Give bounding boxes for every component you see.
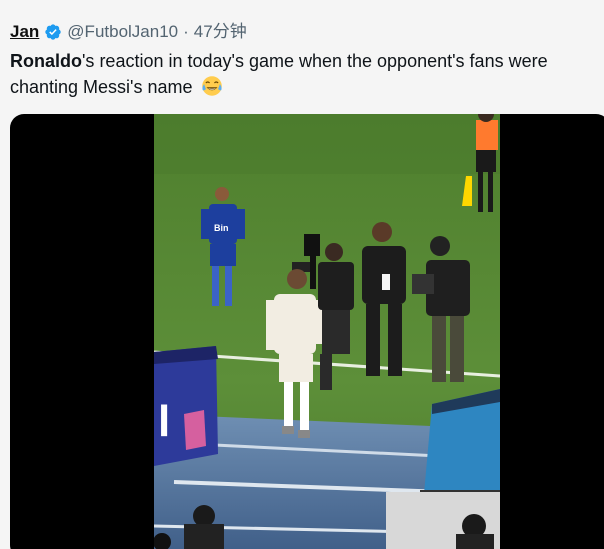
tweet-text-bold: Ronaldo <box>10 51 82 71</box>
author-name[interactable]: Jan <box>10 21 39 43</box>
face-with-tears-of-joy-icon <box>201 76 222 96</box>
ad-board-letter: l <box>158 397 170 446</box>
tweet-text-body: 's reaction in today's game when the opp… <box>10 51 548 97</box>
jersey-sponsor-text: Bin <box>214 223 229 233</box>
tweet-card[interactable]: Jan @FutbolJan10 · 47分钟 Ronaldo's reacti… <box>0 0 604 549</box>
verified-badge-icon <box>45 24 61 40</box>
football-stadium-scene: l Bin <box>154 114 500 549</box>
video-player[interactable]: l Bin <box>10 114 604 549</box>
tweet-timestamp[interactable]: 47分钟 <box>194 21 247 43</box>
tweet-header: Jan @FutbolJan10 · 47分钟 <box>10 21 247 43</box>
author-handle[interactable]: @FutbolJan10 <box>67 21 178 43</box>
separator-dot: · <box>183 22 189 41</box>
video-frame: l Bin <box>154 114 500 549</box>
tweet-text: Ronaldo's reaction in today's game when … <box>10 48 595 100</box>
